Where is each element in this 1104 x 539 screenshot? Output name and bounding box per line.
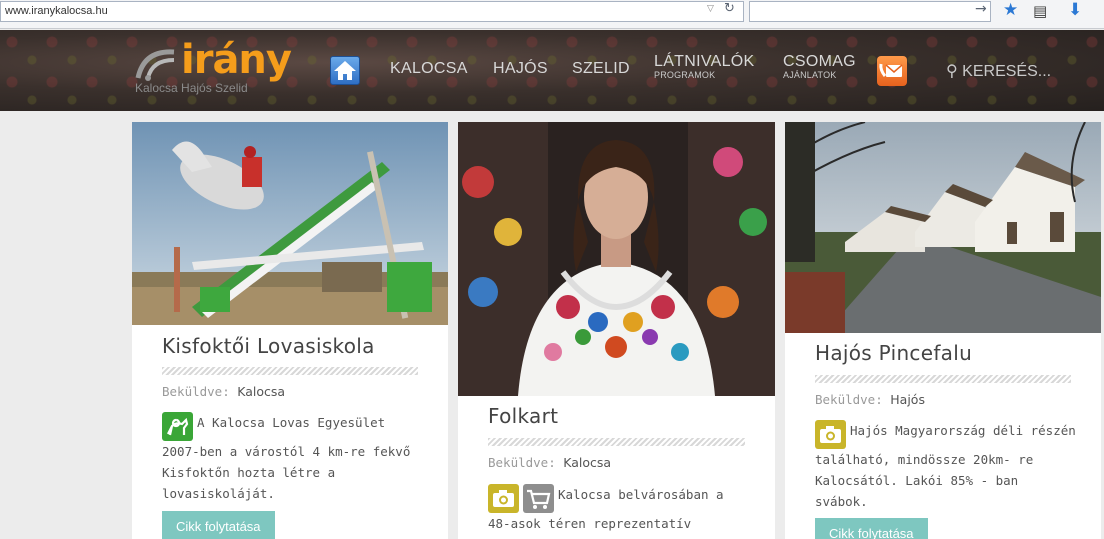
horse-riding-icon[interactable]: [162, 412, 193, 441]
article-card: Hajós Pincefalu Beküldve: Hajós Hajós Ma…: [785, 122, 1101, 539]
article-excerpt: Kalocsa belvárosában a 48-asok téren rep…: [488, 484, 750, 534]
nav-latnivalok[interactable]: LÁTNIVALÓK PROGRAMOK: [654, 53, 755, 80]
article-meta: Beküldve: Kalocsa: [162, 384, 285, 399]
title-divider: [815, 375, 1071, 383]
site-tagline: Kalocsa Hajós Szelid: [135, 81, 248, 95]
home-icon: [334, 61, 356, 80]
site-search-label: KERESÉS...: [962, 63, 1052, 80]
article-meta: Beküldve: Kalocsa: [488, 455, 611, 470]
camera-icon[interactable]: [488, 484, 519, 513]
article-title[interactable]: Kisfoktői Lovasiskola: [162, 334, 375, 358]
site-header: irány Kalocsa Hajós Szelid KALOCSA HAJÓS…: [0, 30, 1104, 111]
browser-search-input[interactable]: [749, 1, 991, 22]
read-more-button[interactable]: Cikk folytatása: [815, 518, 928, 539]
meta-author[interactable]: Kalocsa: [563, 455, 611, 470]
bookmark-star-icon[interactable]: ★: [1003, 0, 1018, 20]
contact-button[interactable]: [877, 56, 907, 86]
browser-toolbar: www.iranykalocsa.hu ▽ ↻ → ★ ▤ ⬇: [0, 0, 1104, 29]
site-logo[interactable]: irány: [181, 40, 292, 80]
article-excerpt: A Kalocsa Lovas Egyesület 2007-ben a vár…: [162, 412, 424, 504]
logo-swirl-icon: [135, 49, 175, 81]
meta-label: Beküldve:: [815, 392, 883, 407]
article-image-folkart[interactable]: [458, 122, 775, 396]
nav-hajos[interactable]: HAJÓS: [493, 60, 548, 78]
article-card: Kisfoktői Lovasiskola Beküldve: Kalocsa …: [132, 122, 448, 539]
site-search[interactable]: ⚲ KERESÉS...: [946, 61, 1051, 81]
camera-icon[interactable]: [815, 420, 846, 449]
article-title[interactable]: Folkart: [488, 404, 558, 428]
reload-icon[interactable]: ↻: [724, 1, 735, 16]
nav-szelid[interactable]: SZELID: [572, 60, 630, 78]
nav-csomag[interactable]: CSOMAG AJÁNLATOK: [783, 53, 856, 80]
nav-latnivalok-label: LÁTNIVALÓK: [654, 53, 755, 70]
nav-latnivalok-sub: PROGRAMOK: [654, 70, 716, 80]
meta-label: Beküldve:: [162, 384, 230, 399]
home-button[interactable]: [330, 56, 360, 85]
article-excerpt: Hajós Magyarország déli részén található…: [815, 420, 1077, 512]
nav-csomag-label: CSOMAG: [783, 53, 856, 70]
search-go-icon[interactable]: →: [975, 1, 987, 17]
nav-kalocsa[interactable]: KALOCSA: [390, 60, 468, 78]
article-card: Folkart Beküldve: Kalocsa Kalocsa belvár…: [458, 122, 775, 539]
download-icon[interactable]: ⬇: [1068, 0, 1082, 20]
phone-mail-icon: [879, 63, 903, 77]
article-excerpt-text: A Kalocsa Lovas Egyesület 2007-ben a vár…: [162, 415, 411, 501]
address-bar[interactable]: www.iranykalocsa.hu: [0, 1, 744, 22]
article-image-cellars[interactable]: [785, 122, 1101, 333]
search-icon: ⚲: [946, 63, 958, 80]
title-divider: [162, 367, 418, 375]
meta-author[interactable]: Hajós: [890, 392, 925, 407]
article-meta: Beküldve: Hajós: [815, 392, 925, 407]
nav-csomag-sub: AJÁNLATOK: [783, 70, 837, 80]
url-dropdown-icon[interactable]: ▽: [707, 4, 714, 14]
shopping-cart-icon[interactable]: [523, 484, 554, 513]
meta-label: Beküldve:: [488, 455, 556, 470]
meta-author[interactable]: Kalocsa: [237, 384, 285, 399]
title-divider: [488, 438, 745, 446]
article-title[interactable]: Hajós Pincefalu: [815, 341, 972, 365]
bookmarks-list-icon[interactable]: ▤: [1033, 2, 1047, 20]
article-image-horse[interactable]: [132, 122, 448, 325]
article-excerpt-text: Hajós Magyarország déli részén található…: [815, 423, 1076, 509]
read-more-button[interactable]: Cikk folytatása: [162, 511, 275, 539]
